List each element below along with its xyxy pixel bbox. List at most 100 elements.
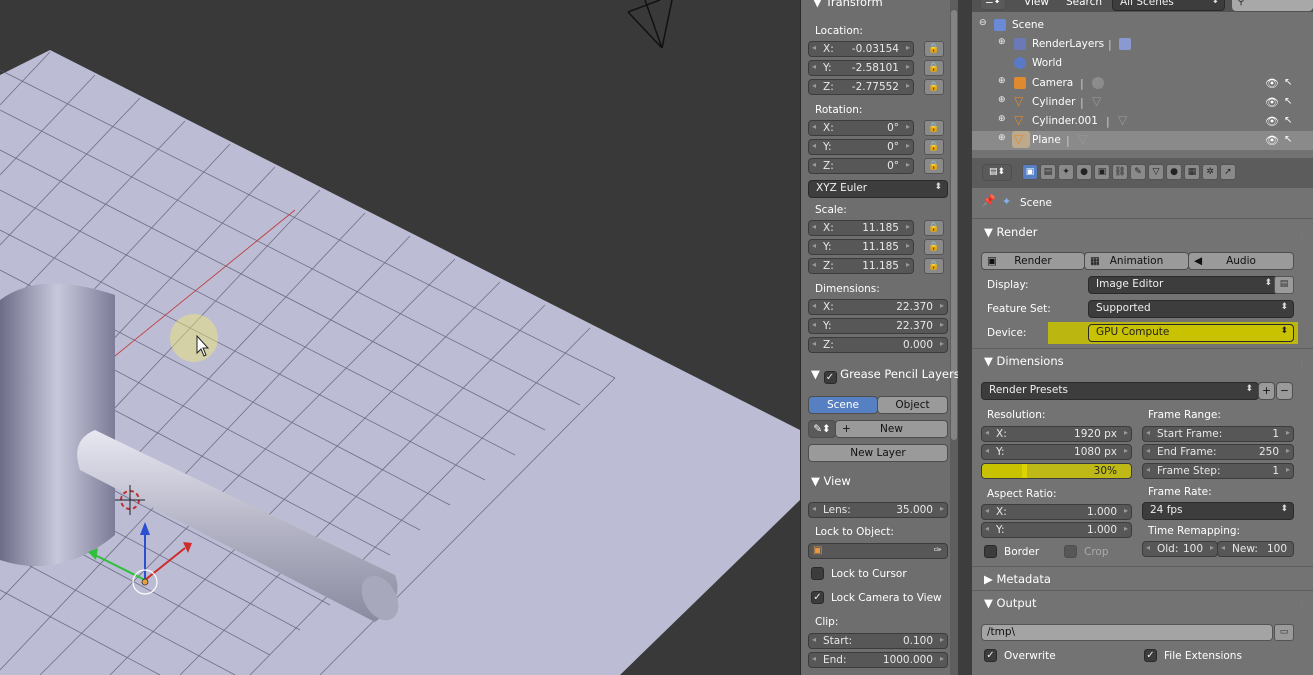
display-options-icon[interactable]: ▤ — [1274, 276, 1294, 294]
cursor-select-icon[interactable]: ↖ — [1284, 77, 1292, 88]
output-panel-header[interactable]: ▼ Output — [984, 596, 1036, 610]
eye-icon[interactable]: 👁 — [1265, 96, 1279, 109]
folder-icon[interactable]: ▭ — [1274, 624, 1294, 641]
outliner-menu-view[interactable]: View — [1024, 0, 1049, 8]
outliner-search-input[interactable]: ⚲ — [1232, 0, 1313, 11]
aspect-y-field[interactable]: ◂ Y: 1.000 ▸ — [981, 522, 1132, 538]
editor-type-icon[interactable]: ☰⬍ — [980, 0, 1006, 10]
particles-tab-icon[interactable]: ✲ — [1202, 164, 1218, 180]
lock-icon[interactable]: 🔒 — [924, 60, 944, 76]
rotation-y-field[interactable]: ◂ Y: 0° ▸ — [808, 139, 914, 155]
rotation-z-field[interactable]: ◂ Z: 0° ▸ — [808, 158, 914, 174]
render-tab-icon[interactable]: ▣ — [1022, 164, 1038, 180]
feature-set-dropdown[interactable]: Supported ⬍ — [1088, 300, 1294, 318]
dimensions-panel-header[interactable]: ▼ Dimensions — [984, 354, 1064, 368]
display-dropdown[interactable]: Image Editor ⬍ — [1088, 276, 1278, 294]
lens-field[interactable]: ◂ Lens: 35.000 ▸ — [808, 502, 948, 518]
location-y-field[interactable]: ◂ Y: -2.58101 ▸ — [808, 60, 914, 76]
lock-icon[interactable]: 🔒 — [924, 239, 944, 255]
device-dropdown[interactable]: GPU Compute ⬍ — [1088, 324, 1294, 342]
lock-to-object-field[interactable]: ▣ ✑ — [808, 543, 948, 559]
dimensions-x-field[interactable]: ◂ X: 22.370 ▸ — [808, 299, 948, 315]
scale-x-field[interactable]: ◂ X: 11.185 ▸ — [808, 220, 914, 236]
outliner-row-scene[interactable]: ⊖ Scene — [972, 16, 1313, 35]
eye-icon[interactable]: 👁 — [1265, 115, 1279, 128]
scale-y-field[interactable]: ◂ Y: 11.185 ▸ — [808, 239, 914, 255]
outliner-menu-search[interactable]: Search — [1066, 0, 1102, 8]
start-frame-field[interactable]: ◂ Start Frame: 1 ▸ — [1142, 426, 1294, 442]
animation-button[interactable]: ▦ Animation — [1084, 252, 1189, 270]
resolution-percentage-slider[interactable]: 30% — [981, 463, 1132, 479]
lock-icon[interactable]: 🔒 — [924, 258, 944, 274]
lock-to-cursor-checkbox[interactable] — [811, 567, 824, 580]
new-layer-button[interactable]: New Layer — [808, 444, 948, 462]
cursor-select-icon[interactable]: ↖ — [1284, 96, 1292, 107]
grease-tab-scene[interactable]: Scene — [808, 396, 878, 414]
clip-start-field[interactable]: ◂ Start: 0.100 ▸ — [808, 633, 948, 649]
render-presets-dropdown[interactable]: Render Presets ⬍ — [981, 382, 1259, 400]
3d-viewport[interactable] — [0, 0, 800, 675]
render-panel-header[interactable]: ▼ Render — [984, 225, 1037, 239]
resolution-y-field[interactable]: ◂ Y: 1080 px ▸ — [981, 444, 1132, 460]
location-z-field[interactable]: ◂ Z: -2.77552 ▸ — [808, 79, 914, 95]
grease-tab-object[interactable]: Object — [877, 396, 948, 414]
modifiers-tab-icon[interactable]: ✎ — [1130, 164, 1146, 180]
add-preset-icon[interactable]: + — [1258, 382, 1275, 400]
data-tab-icon[interactable]: ▽ — [1148, 164, 1164, 180]
transform-header[interactable]: ▼ Transform — [813, 0, 883, 9]
renderlayers-tab-icon[interactable]: ▤ — [1040, 164, 1056, 180]
pin-icon[interactable]: 📌 — [982, 194, 996, 207]
frame-rate-dropdown[interactable]: 24 fps ⬍ — [1142, 502, 1294, 520]
n-panel-scrollbar[interactable] — [950, 0, 958, 675]
eye-icon[interactable]: 👁 — [1265, 77, 1279, 90]
view-header[interactable]: ▼ View — [811, 474, 851, 488]
area-divider[interactable] — [958, 0, 972, 675]
grease-new-button[interactable]: + New — [835, 420, 948, 438]
time-remap-new-field[interactable]: ◂ New: 100 — [1217, 541, 1294, 557]
lock-icon[interactable]: 🔒 — [924, 158, 944, 174]
aspect-x-field[interactable]: ◂ X: 1.000 ▸ — [981, 504, 1132, 520]
location-x-field[interactable]: ◂ X: -0.03154 ▸ — [808, 41, 914, 57]
checkbox-icon[interactable]: ✓ — [823, 371, 837, 384]
resolution-x-field[interactable]: ◂ X: 1920 px ▸ — [981, 426, 1132, 442]
object-tab-icon[interactable]: ▣ — [1094, 164, 1110, 180]
remove-preset-icon[interactable]: − — [1276, 382, 1293, 400]
physics-tab-icon[interactable]: ➚ — [1220, 164, 1236, 180]
eye-icon[interactable]: 👁 — [1265, 134, 1279, 147]
constraints-tab-icon[interactable]: ⛓ — [1112, 164, 1128, 180]
cursor-select-icon[interactable]: ↖ — [1284, 134, 1292, 145]
rotation-mode-dropdown[interactable]: XYZ Euler ⬍ — [808, 180, 948, 198]
overwrite-checkbox[interactable]: ✓ — [984, 649, 997, 662]
lock-icon[interactable]: 🔒 — [924, 220, 944, 236]
dimensions-z-field[interactable]: ◂ Z: 0.000 ▸ — [808, 337, 948, 353]
metadata-panel-header[interactable]: ▶ Metadata — [984, 572, 1051, 586]
scenes-dropdown[interactable]: All Scenes ⬍ — [1112, 0, 1225, 11]
end-frame-field[interactable]: ◂ End Frame: 250 ▸ — [1142, 444, 1294, 460]
cursor-select-icon[interactable]: ↖ — [1284, 115, 1292, 126]
scene-tab-icon[interactable]: ✦ — [1058, 164, 1074, 180]
rotation-x-field[interactable]: ◂ X: 0° ▸ — [808, 120, 914, 136]
scale-z-field[interactable]: ◂ Z: 11.185 ▸ — [808, 258, 914, 274]
outliner-row-renderlayers[interactable]: ⊕ RenderLayers | — [972, 35, 1313, 54]
texture-tab-icon[interactable]: ▦ — [1184, 164, 1200, 180]
editor-type-icon[interactable]: ▤⬍ — [982, 164, 1012, 181]
material-tab-icon[interactable]: ● — [1166, 164, 1182, 180]
frame-step-field[interactable]: ◂ Frame Step: 1 ▸ — [1142, 463, 1294, 479]
output-path-field[interactable]: /tmp\ — [981, 624, 1273, 641]
panel-drag-handles[interactable]: ⋮ ⋮ ⋮ — [1298, 218, 1308, 668]
grease-pencil-header[interactable]: ▼ ✓ Grease Pencil Layers — [811, 367, 960, 384]
file-extensions-checkbox[interactable]: ✓ — [1144, 649, 1157, 662]
lock-icon[interactable]: 🔒 — [924, 79, 944, 95]
outliner-row-world[interactable]: World — [972, 54, 1313, 73]
lock-icon[interactable]: 🔒 — [924, 120, 944, 136]
lock-icon[interactable]: 🔒 — [924, 139, 944, 155]
clip-end-field[interactable]: ◂ End: 1000.000 ▸ — [808, 652, 948, 668]
pencil-icon[interactable]: ✎⬍ — [808, 420, 836, 438]
lock-camera-checkbox[interactable]: ✓ — [811, 591, 824, 604]
audio-button[interactable]: ◀ Audio — [1188, 252, 1294, 270]
render-button[interactable]: ▣ Render — [981, 252, 1085, 270]
time-remap-old-field[interactable]: ◂ Old: 100 ▸ — [1142, 541, 1218, 557]
crop-checkbox[interactable] — [1064, 545, 1077, 558]
world-tab-icon[interactable]: ● — [1076, 164, 1092, 180]
lock-icon[interactable]: 🔒 — [924, 41, 944, 57]
